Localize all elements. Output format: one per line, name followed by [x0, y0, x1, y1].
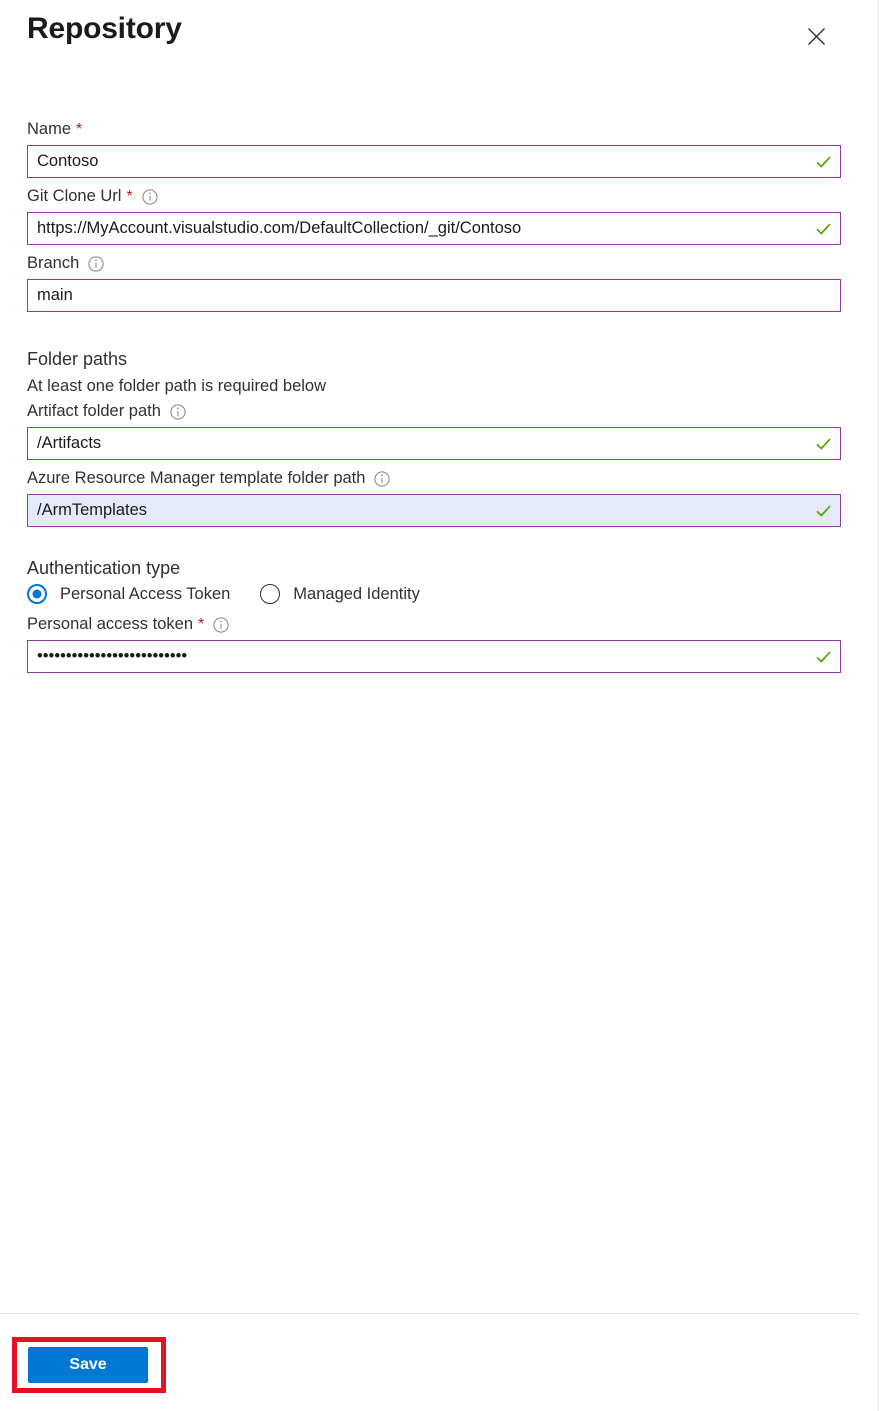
git-clone-url-label-text: Git Clone Url [27, 187, 122, 205]
branch-input-wrap [27, 279, 841, 312]
footer-divider [0, 1313, 860, 1314]
repository-form: Name * Git Clone Url * [0, 118, 860, 680]
personal-access-token-input[interactable] [27, 640, 841, 673]
personal-access-token-required-marker: * [198, 616, 205, 633]
artifact-folder-path-input[interactable] [27, 427, 841, 460]
folder-paths-note: At least one folder path is required bel… [27, 377, 327, 395]
authentication-section-title: Authentication type [27, 558, 181, 578]
arm-template-folder-path-input-wrap [27, 494, 841, 527]
git-clone-url-required-marker: * [126, 188, 133, 205]
close-icon[interactable] [800, 20, 832, 52]
info-icon[interactable] [213, 617, 229, 633]
personal-access-token-label-text: Personal access token [27, 615, 194, 633]
radio-label: Personal Access Token [60, 584, 231, 603]
info-icon[interactable] [142, 189, 158, 205]
save-button[interactable]: Save [28, 1347, 148, 1383]
personal-access-token-label: Personal access token * [27, 613, 860, 635]
branch-label: Branch [27, 252, 860, 274]
name-required-marker: * [76, 121, 83, 138]
branch-label-text: Branch [27, 254, 80, 272]
page-title: Repository [27, 12, 182, 45]
panel-header: Repository [0, 0, 860, 78]
radio-circle-icon [27, 584, 47, 604]
name-input-wrap [27, 145, 841, 178]
radio-personal-access-token[interactable]: Personal Access Token [27, 584, 230, 604]
folder-paths-section-title: Folder paths [27, 349, 128, 369]
radio-circle-icon [260, 584, 281, 604]
git-clone-url-input[interactable] [27, 212, 841, 245]
arm-template-folder-path-label: Azure Resource Manager template folder p… [27, 467, 860, 489]
info-icon[interactable] [170, 404, 186, 420]
git-clone-url-input-wrap [27, 212, 841, 245]
branch-input[interactable] [27, 279, 841, 312]
name-input[interactable] [27, 145, 841, 178]
radio-managed-identity[interactable]: Managed Identity [260, 584, 420, 604]
info-icon[interactable] [374, 471, 391, 487]
radio-label: Managed Identity [293, 584, 420, 603]
name-label: Name * [27, 118, 860, 140]
artifact-folder-path-label-text: Artifact folder path [27, 402, 161, 420]
git-clone-url-label: Git Clone Url * [27, 185, 860, 207]
name-label-text: Name [27, 120, 72, 138]
arm-template-folder-path-label-text: Azure Resource Manager template folder p… [27, 469, 366, 487]
authentication-radio-group: Personal Access Token Managed Identity [27, 584, 860, 604]
artifact-folder-path-label: Artifact folder path [27, 400, 860, 422]
personal-access-token-input-wrap [27, 640, 841, 673]
info-icon[interactable] [88, 256, 104, 272]
artifact-folder-path-input-wrap [27, 427, 841, 460]
repository-panel: Repository Name * Git Clone Url * [0, 0, 879, 1411]
arm-template-folder-path-input[interactable] [27, 494, 841, 527]
